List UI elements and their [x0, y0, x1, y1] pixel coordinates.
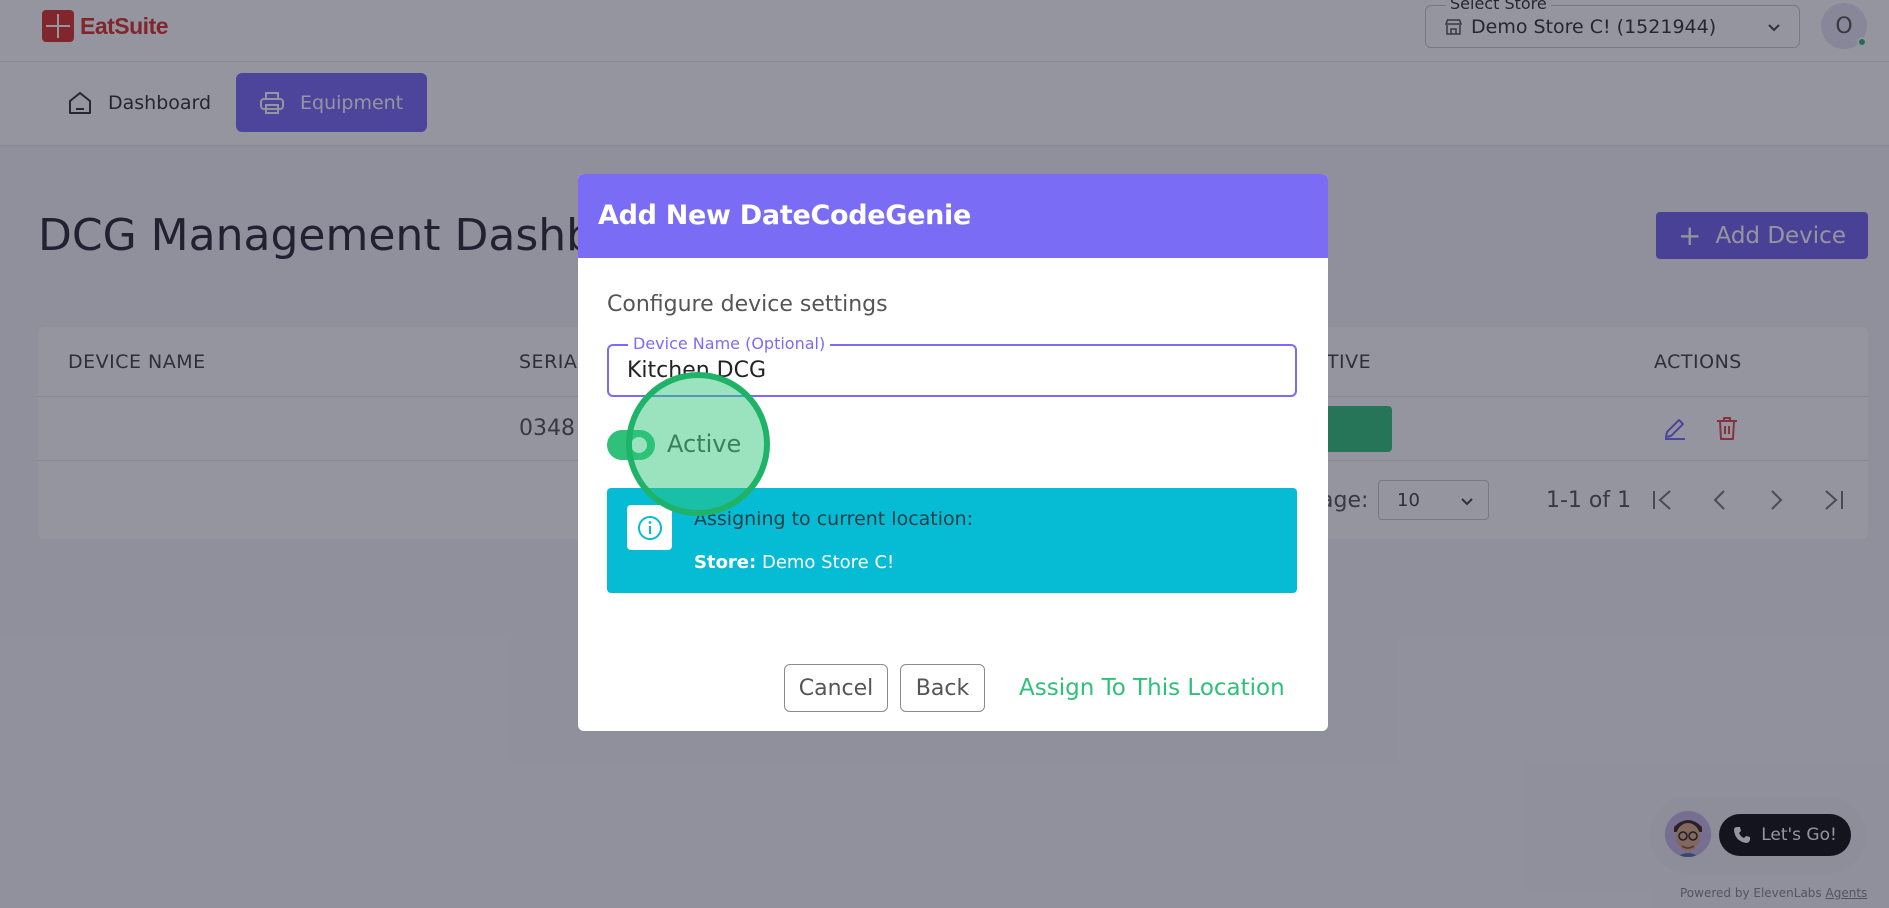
dialog-header: Add New DateCodeGenie: [578, 174, 1328, 258]
info-store-line: Store: Demo Store C!: [694, 552, 894, 573]
cancel-button[interactable]: Cancel: [784, 664, 888, 712]
back-button[interactable]: Back: [900, 664, 985, 712]
info-store-label: Store:: [694, 552, 757, 573]
assign-location-button[interactable]: Assign To This Location: [1011, 664, 1293, 712]
info-icon: [627, 505, 672, 550]
info-store-value: Demo Store C!: [761, 552, 895, 573]
dialog-subtitle: Configure device settings: [607, 292, 888, 317]
click-indicator: [626, 372, 770, 516]
info-assigning-text: Assigning to current location:: [694, 508, 974, 530]
add-device-dialog: Add New DateCodeGenie Configure device s…: [578, 174, 1328, 731]
dialog-title: Add New DateCodeGenie: [598, 200, 972, 231]
device-name-legend: Device Name (Optional): [628, 335, 831, 353]
